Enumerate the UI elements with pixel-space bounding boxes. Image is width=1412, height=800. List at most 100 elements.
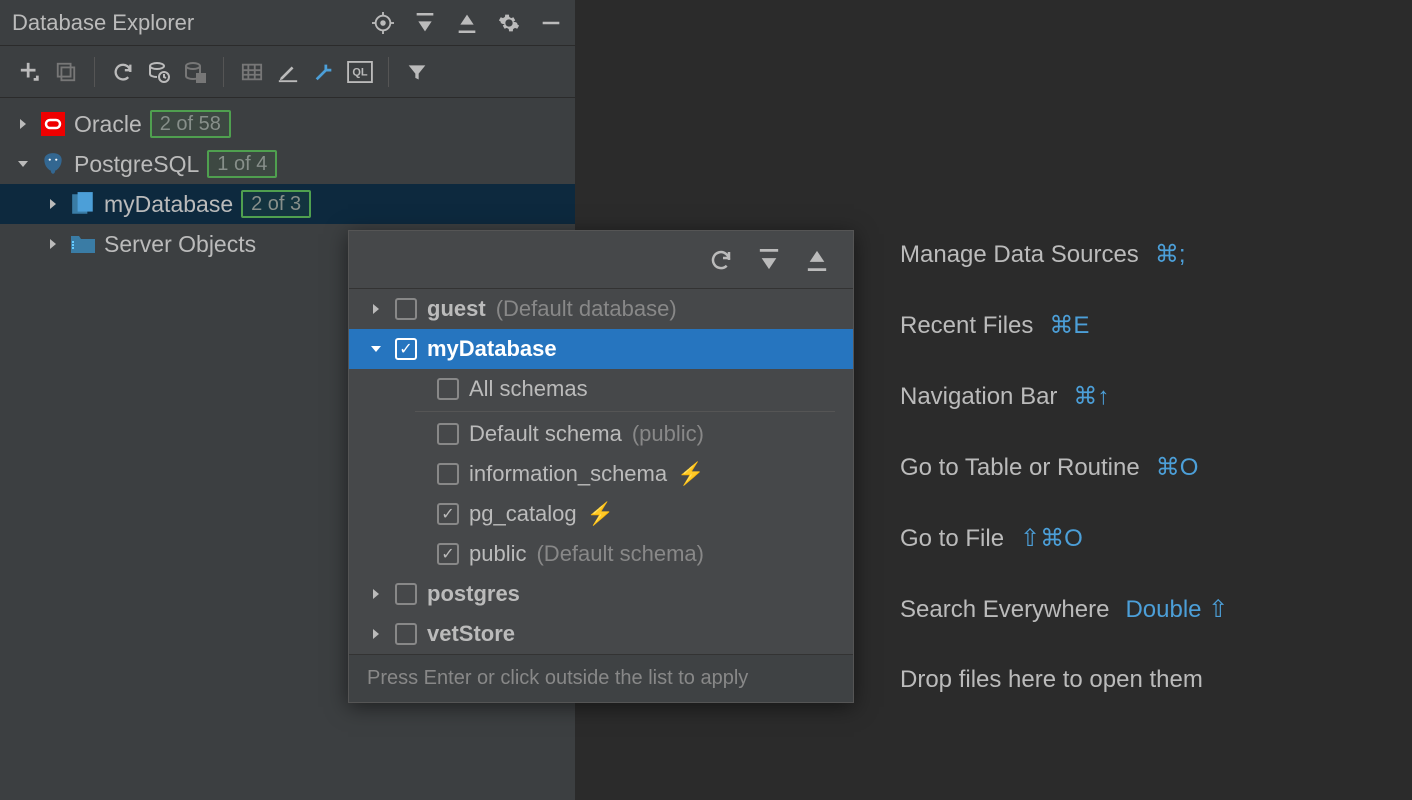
chevron-down-icon[interactable] xyxy=(14,158,32,170)
filter-icon[interactable] xyxy=(401,56,433,88)
count-badge: 2 of 58 xyxy=(150,110,231,138)
popup-list: guest (Default database) myDatabase All … xyxy=(349,289,853,654)
welcome-area: Manage Data Sources ⌘; Recent Files ⌘E N… xyxy=(900,240,1228,736)
popup-item-public[interactable]: public (Default schema) xyxy=(349,534,853,574)
popup-item-vetstore[interactable]: vetStore xyxy=(349,614,853,654)
welcome-label: Navigation Bar xyxy=(900,383,1057,411)
tree-label: Server Objects xyxy=(104,231,256,258)
welcome-recent-files[interactable]: Recent Files ⌘E xyxy=(900,311,1228,340)
svg-text:QL: QL xyxy=(352,66,368,78)
chevron-right-icon[interactable] xyxy=(367,588,385,600)
item-label: guest xyxy=(427,296,486,322)
collapse-all-icon[interactable] xyxy=(805,248,829,272)
refresh-icon[interactable] xyxy=(107,56,139,88)
collapse-all-icon[interactable] xyxy=(455,11,479,35)
popup-item-mydatabase[interactable]: myDatabase xyxy=(349,329,853,369)
checkbox[interactable] xyxy=(395,338,417,360)
shortcut: ⌘O xyxy=(1156,453,1199,482)
popup-footer: Press Enter or click outside the list to… xyxy=(349,654,853,702)
tree-row-oracle[interactable]: Oracle 2 of 58 xyxy=(0,104,575,144)
oracle-icon xyxy=(40,111,66,137)
item-label: information_schema xyxy=(469,461,667,487)
toolbar: QL xyxy=(0,46,575,98)
checkbox[interactable] xyxy=(395,583,417,605)
chevron-right-icon[interactable] xyxy=(44,238,62,250)
checkbox[interactable] xyxy=(395,623,417,645)
checkbox[interactable] xyxy=(437,543,459,565)
welcome-label: Go to File xyxy=(900,525,1004,553)
shortcut: ⇧⌘O xyxy=(1020,524,1083,553)
refresh-icon[interactable] xyxy=(709,248,733,272)
database-icon xyxy=(70,191,96,217)
sync-icon[interactable] xyxy=(143,56,175,88)
item-label: postgres xyxy=(427,581,520,607)
popup-toolbar xyxy=(349,231,853,289)
welcome-search-everywhere[interactable]: Search Everywhere Double ⇧ xyxy=(900,595,1228,624)
bolt-icon: ⚡ xyxy=(677,461,704,487)
tree-row-postgresql[interactable]: PostgreSQL 1 of 4 xyxy=(0,144,575,184)
shortcut: ⌘; xyxy=(1155,240,1186,269)
edit-icon[interactable] xyxy=(272,56,304,88)
checkbox[interactable] xyxy=(437,423,459,445)
item-hint: (Default schema) xyxy=(536,541,704,567)
header-icons xyxy=(371,11,563,35)
add-icon[interactable] xyxy=(14,56,46,88)
checkbox[interactable] xyxy=(437,378,459,400)
popup-item-information-schema[interactable]: information_schema ⚡ xyxy=(349,454,853,494)
stop-icon[interactable] xyxy=(179,56,211,88)
expand-all-icon[interactable] xyxy=(757,248,781,272)
schema-popup: guest (Default database) myDatabase All … xyxy=(348,230,854,703)
item-label: vetStore xyxy=(427,621,515,647)
welcome-label: Drop files here to open them xyxy=(900,666,1203,694)
shortcut: ⌘E xyxy=(1049,311,1089,340)
item-label: Default schema xyxy=(469,421,622,447)
tree-label: myDatabase xyxy=(104,191,233,218)
item-label: pg_catalog xyxy=(469,501,577,527)
item-label: myDatabase xyxy=(427,336,557,362)
jump-icon[interactable] xyxy=(308,56,340,88)
count-badge: 2 of 3 xyxy=(241,190,311,218)
divider xyxy=(415,411,835,412)
table-icon[interactable] xyxy=(236,56,268,88)
panel-title: Database Explorer xyxy=(12,10,194,36)
settings-icon[interactable] xyxy=(497,11,521,35)
welcome-goto-file[interactable]: Go to File ⇧⌘O xyxy=(900,524,1228,553)
chevron-right-icon[interactable] xyxy=(367,628,385,640)
checkbox[interactable] xyxy=(437,503,459,525)
separator xyxy=(223,57,224,87)
tree-label: Oracle xyxy=(74,111,142,138)
tree-row-mydatabase[interactable]: myDatabase 2 of 3 xyxy=(0,184,575,224)
welcome-drop-files: Drop files here to open them xyxy=(900,666,1228,694)
popup-item-postgres[interactable]: postgres xyxy=(349,574,853,614)
welcome-label: Recent Files xyxy=(900,312,1033,340)
popup-item-default-schema[interactable]: Default schema (public) xyxy=(349,414,853,454)
chevron-right-icon[interactable] xyxy=(367,303,385,315)
welcome-navigation-bar[interactable]: Navigation Bar ⌘↑ xyxy=(900,382,1228,411)
target-icon[interactable] xyxy=(371,11,395,35)
duplicate-icon[interactable] xyxy=(50,56,82,88)
welcome-label: Go to Table or Routine xyxy=(900,454,1140,482)
item-label: public xyxy=(469,541,526,567)
tree-label: PostgreSQL xyxy=(74,151,199,178)
popup-item-pg-catalog[interactable]: pg_catalog ⚡ xyxy=(349,494,853,534)
popup-item-guest[interactable]: guest (Default database) xyxy=(349,289,853,329)
folder-icon xyxy=(70,231,96,257)
item-hint: (Default database) xyxy=(496,296,677,322)
checkbox[interactable] xyxy=(437,463,459,485)
checkbox[interactable] xyxy=(395,298,417,320)
welcome-label: Search Everywhere xyxy=(900,596,1109,624)
shortcut: Double ⇧ xyxy=(1125,595,1228,624)
popup-item-all-schemas[interactable]: All schemas xyxy=(349,369,853,409)
minimize-icon[interactable] xyxy=(539,11,563,35)
welcome-label: Manage Data Sources xyxy=(900,241,1139,269)
chevron-down-icon[interactable] xyxy=(367,343,385,355)
welcome-manage-data-sources[interactable]: Manage Data Sources ⌘; xyxy=(900,240,1228,269)
chevron-right-icon[interactable] xyxy=(44,198,62,210)
bolt-icon: ⚡ xyxy=(587,501,614,527)
separator xyxy=(94,57,95,87)
expand-all-icon[interactable] xyxy=(413,11,437,35)
ql-icon[interactable]: QL xyxy=(344,56,376,88)
welcome-goto-table[interactable]: Go to Table or Routine ⌘O xyxy=(900,453,1228,482)
chevron-right-icon[interactable] xyxy=(14,118,32,130)
separator xyxy=(388,57,389,87)
